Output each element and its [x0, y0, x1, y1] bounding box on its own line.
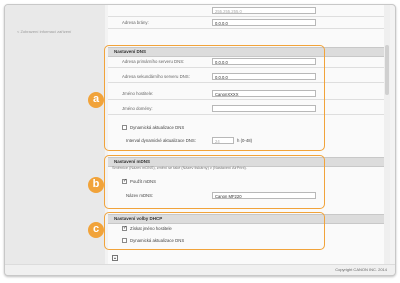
highlight-c-box: [104, 212, 325, 250]
highlight-b-box: [104, 155, 325, 209]
scrollbar-thumb[interactable]: [385, 45, 389, 95]
gateway-label: Adresa brány:: [122, 20, 149, 25]
gateway-row: Adresa brány: 0.0.0.0: [108, 17, 390, 29]
scrollbar[interactable]: [384, 5, 390, 265]
callout-b: b: [88, 177, 104, 193]
page-top-icon[interactable]: ▲: [112, 255, 118, 261]
copyright-text: Copyright CANON INC. 2014: [335, 267, 387, 272]
gateway-field[interactable]: 0.0.0.0: [212, 19, 316, 26]
subnet-row: 255.255.255.0: [108, 5, 390, 17]
callout-c: c: [88, 222, 104, 238]
subnet-field[interactable]: 255.255.255.0: [212, 7, 316, 14]
highlight-a-box: [104, 45, 325, 151]
callout-a: a: [88, 92, 104, 108]
footer: Copyright CANON INC. 2014: [5, 264, 395, 275]
browser-frame: < Zobrazení informací zařízení 255.255.2…: [4, 4, 396, 276]
back-to-device-info-link[interactable]: < Zobrazení informací zařízení: [17, 29, 71, 34]
